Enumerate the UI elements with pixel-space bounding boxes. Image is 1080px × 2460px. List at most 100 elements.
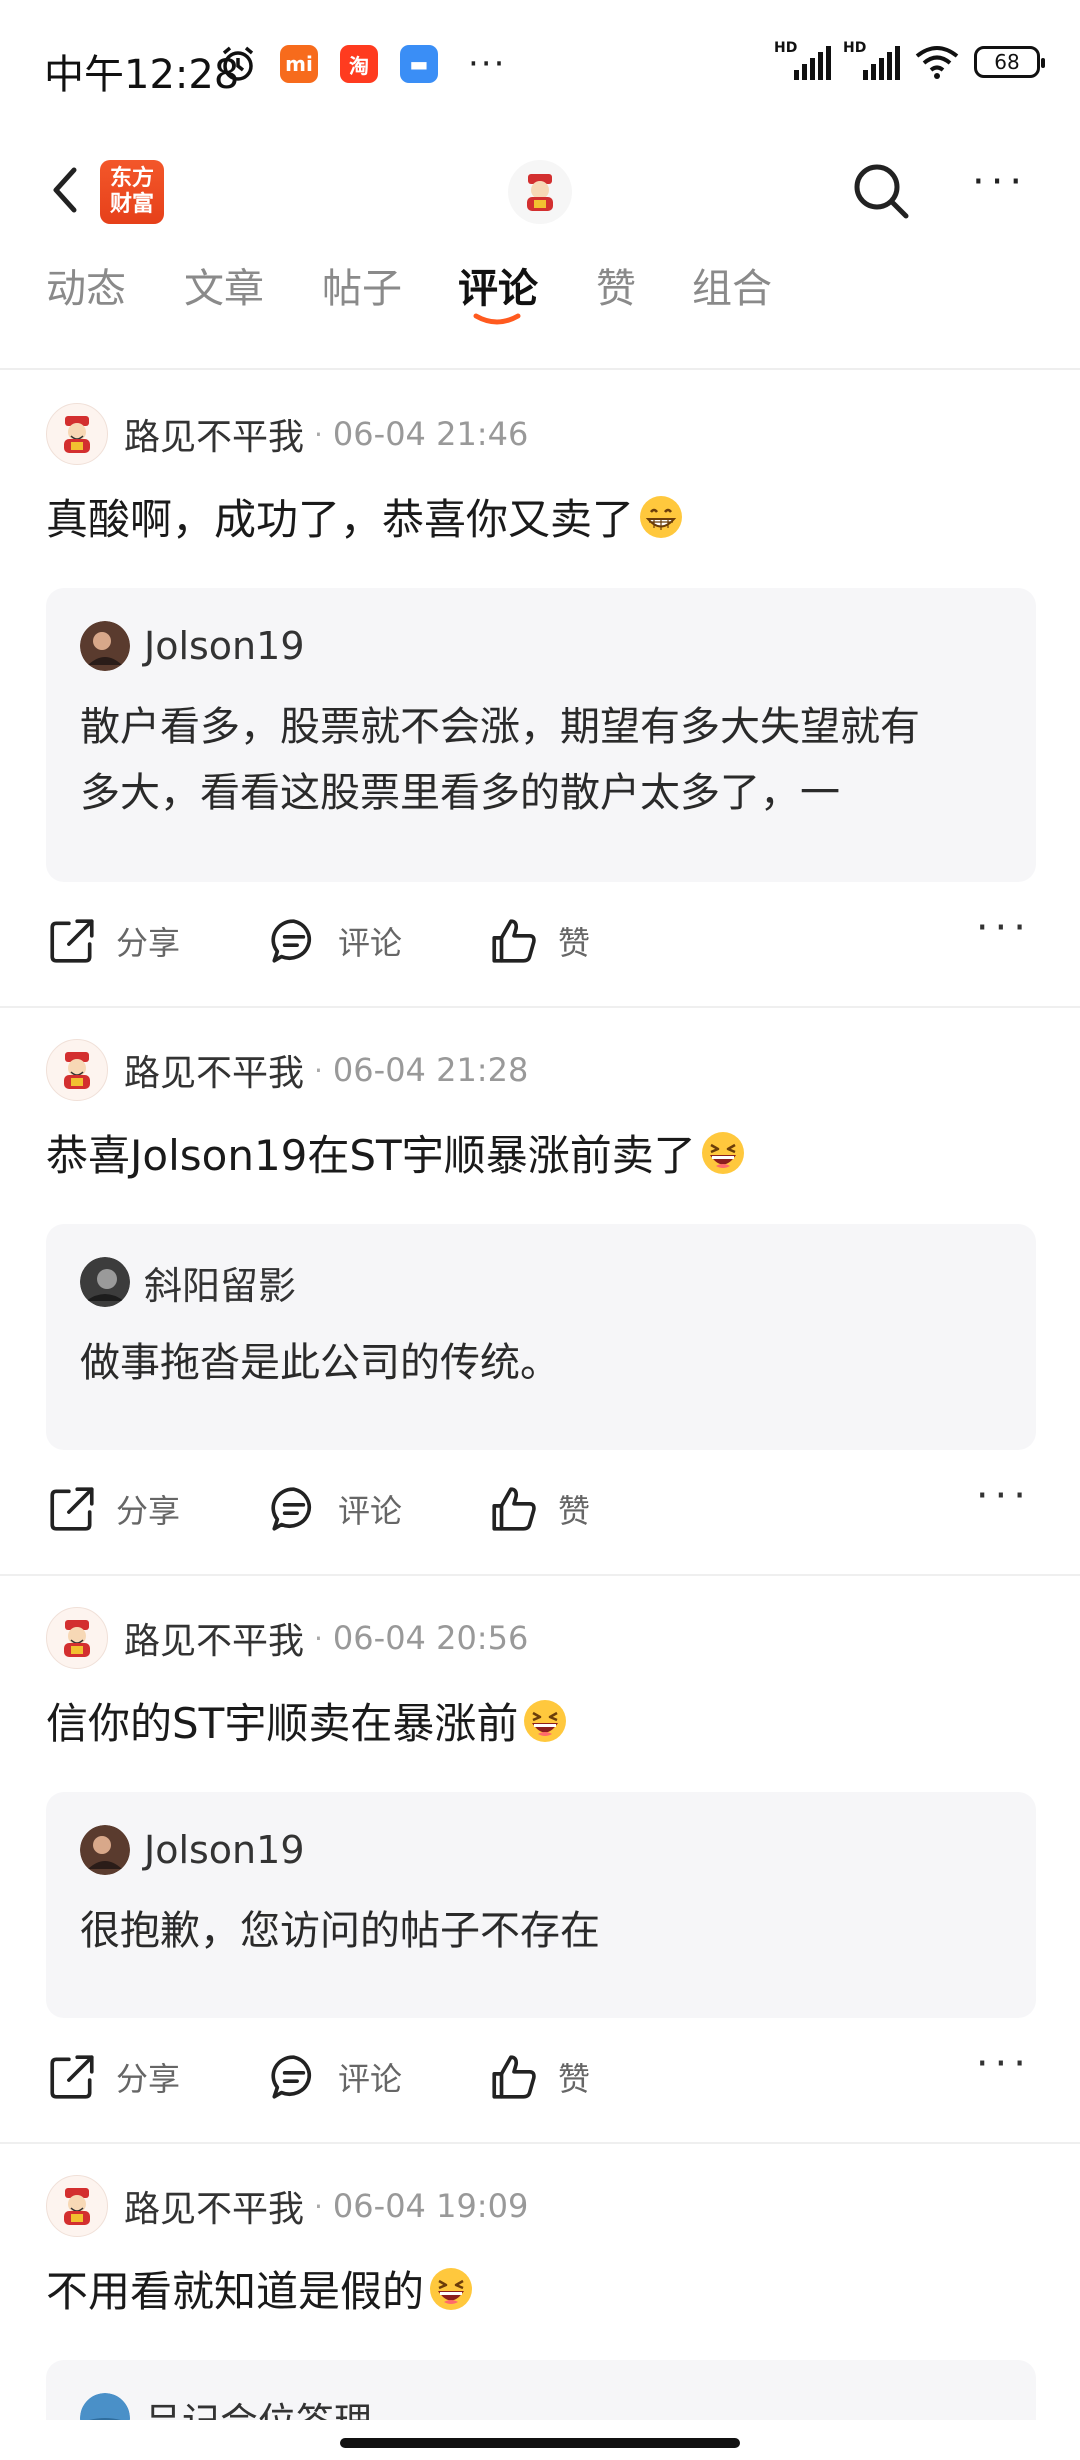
comment-time: 06-04 21:28 xyxy=(332,1051,529,1089)
tab-comments[interactable]: 评论 xyxy=(458,256,538,314)
active-tab-indicator xyxy=(473,313,521,325)
quoted-text-line: 做事拖沓是此公司的传统。 xyxy=(80,1340,560,1386)
taobao-app-icon: 淘 xyxy=(340,45,378,83)
fortune-god-avatar-icon xyxy=(55,1616,99,1660)
like-button[interactable]: 赞 xyxy=(488,1474,590,1544)
comment-author[interactable]: 路见不平我 xyxy=(124,1044,304,1096)
avatar[interactable] xyxy=(46,1039,108,1101)
separator-dot: · xyxy=(314,417,323,451)
quoted-text: 很抱歉，您访问的帖子不存在 xyxy=(80,1898,1002,1964)
laugh-emoji-icon xyxy=(700,1130,746,1176)
reply-button[interactable]: 评论 xyxy=(268,2042,402,2112)
comment-time: 06-04 21:46 xyxy=(332,415,529,453)
user-avatar[interactable] xyxy=(508,160,572,224)
comment-card[interactable]: 路见不平我 · 06-04 20:56 信你的ST宇顺卖在暴涨前 Jolson1… xyxy=(0,1574,1080,2144)
comment-actions: 分享 评论 赞 ··· xyxy=(46,906,1046,976)
like-label: 赞 xyxy=(558,1492,591,1530)
home-indicator[interactable] xyxy=(340,2438,740,2448)
avatar[interactable] xyxy=(80,1257,130,1307)
search-icon[interactable] xyxy=(848,158,914,224)
quoted-author[interactable]: Jolson19 xyxy=(144,624,305,668)
comment-text[interactable]: 真酸啊，成功了，恭喜你又卖了 xyxy=(46,486,684,547)
calendar-app-icon: ▬ xyxy=(400,45,438,83)
fortune-god-avatar-icon xyxy=(55,412,99,456)
like-button[interactable]: 赞 xyxy=(488,906,590,976)
separator-dot: · xyxy=(314,2189,323,2223)
signal-icon-2: HD xyxy=(843,40,900,80)
thumbs-up-icon xyxy=(488,1483,540,1535)
comment-text-content: 恭喜Jolson19在ST宇顺暴涨前卖了 xyxy=(46,1131,696,1180)
comment-author[interactable]: 路见不平我 xyxy=(124,408,304,460)
quoted-post[interactable]: 斜阳留影 做事拖沓是此公司的传统。 xyxy=(46,1224,1036,1450)
comment-card[interactable]: 路见不平我 · 06-04 21:46 真酸啊，成功了，恭喜你又卖了 Jolso… xyxy=(0,370,1080,1008)
comment-text[interactable]: 恭喜Jolson19在ST宇顺暴涨前卖了 xyxy=(46,1122,746,1183)
reply-label: 评论 xyxy=(338,1492,403,1530)
comment-actions: 分享 评论 赞 ··· xyxy=(46,2042,1046,2112)
battery-icon: 68 xyxy=(974,46,1045,78)
reply-button[interactable]: 评论 xyxy=(268,1474,402,1544)
share-icon xyxy=(46,2051,98,2103)
avatar[interactable] xyxy=(46,403,108,465)
comment-actions: 分享 评论 赞 ··· xyxy=(46,1474,1046,1544)
avatar[interactable] xyxy=(80,621,130,671)
quoted-post-header: 斜阳留影 xyxy=(80,1256,1002,1308)
tab-articles[interactable]: 文章 xyxy=(184,256,264,314)
share-button[interactable]: 分享 xyxy=(46,2042,180,2112)
tab-posts[interactable]: 帖子 xyxy=(322,256,402,314)
tab-dynamics[interactable]: 动态 xyxy=(46,256,126,314)
share-button[interactable]: 分享 xyxy=(46,1474,180,1544)
fortune-god-avatar-icon xyxy=(55,1048,99,1092)
quoted-text: 散户看多，股票就不会涨，期望有多大失望就有 多大，看看这股票里看多的散户太多了，… xyxy=(80,694,1002,826)
comment-time: 06-04 20:56 xyxy=(332,1619,529,1657)
avatar[interactable] xyxy=(46,1607,108,1669)
status-right: HD HD 68 xyxy=(774,40,1045,80)
quoted-post[interactable]: 吕记会位答理 xyxy=(46,2360,1036,2420)
separator-dot: · xyxy=(314,1621,323,1655)
more-options-icon[interactable]: ··· xyxy=(976,1476,1032,1516)
quoted-post[interactable]: Jolson19 很抱歉，您访问的帖子不存在 xyxy=(46,1792,1036,2018)
comment-author[interactable]: 路见不平我 xyxy=(124,2180,304,2232)
comment-card[interactable]: 路见不平我 · 06-04 21:28 恭喜Jolson19在ST宇顺暴涨前卖了… xyxy=(0,1006,1080,1576)
tab-portfolio[interactable]: 组合 xyxy=(692,256,772,314)
comment-card[interactable]: 路见不平我 · 06-04 19:09 不用看就知道是假的 吕记会位答理 xyxy=(0,2142,1080,2420)
reply-button[interactable]: 评论 xyxy=(268,906,402,976)
separator-dot: · xyxy=(314,1053,323,1087)
like-button[interactable]: 赞 xyxy=(488,2042,590,2112)
share-icon xyxy=(46,915,98,967)
quoted-post-header: 吕记会位答理 xyxy=(80,2392,1002,2420)
quoted-author[interactable]: 吕记会位答理 xyxy=(144,2391,372,2421)
tab-likes[interactable]: 赞 xyxy=(596,256,636,314)
grin-emoji-icon xyxy=(638,494,684,540)
status-time: 中午12:28 xyxy=(44,52,240,98)
comment-author[interactable]: 路见不平我 xyxy=(124,1612,304,1664)
quoted-post-header: Jolson19 xyxy=(80,1824,1002,1876)
avatar[interactable] xyxy=(80,2393,130,2420)
comment-icon xyxy=(268,1483,320,1535)
comment-text[interactable]: 不用看就知道是假的 xyxy=(46,2258,474,2319)
share-label: 分享 xyxy=(116,924,181,962)
share-label: 分享 xyxy=(116,2060,181,2098)
top-navigation-bar: 东方 财富 ··· xyxy=(0,130,1080,260)
share-button[interactable]: 分享 xyxy=(46,906,180,976)
avatar[interactable] xyxy=(46,2175,108,2237)
quoted-text-line: 散户看多，股票就不会涨，期望有多大失望就有 xyxy=(80,704,920,750)
like-label: 赞 xyxy=(558,2060,591,2098)
comment-text[interactable]: 信你的ST宇顺卖在暴涨前 xyxy=(46,1690,568,1751)
brand-text-top: 东方 xyxy=(109,166,154,191)
quoted-author[interactable]: Jolson19 xyxy=(144,1828,305,1872)
laugh-emoji-icon xyxy=(428,2266,474,2312)
alarm-icon xyxy=(222,46,254,81)
more-options-icon[interactable]: ··· xyxy=(976,908,1032,948)
wifi-icon xyxy=(915,46,959,79)
eastmoney-logo[interactable]: 东方 财富 xyxy=(100,160,164,224)
reply-label: 评论 xyxy=(338,2060,403,2098)
quoted-text: 做事拖沓是此公司的传统。 xyxy=(80,1330,1002,1396)
more-options-icon[interactable]: ··· xyxy=(972,162,1032,212)
quoted-post[interactable]: Jolson19 散户看多，股票就不会涨，期望有多大失望就有 多大，看看这股票里… xyxy=(46,588,1036,882)
more-options-icon[interactable]: ··· xyxy=(976,2044,1032,2084)
quoted-post-header: Jolson19 xyxy=(80,620,1002,672)
quoted-author[interactable]: 斜阳留影 xyxy=(144,1255,296,1310)
back-arrow-icon[interactable] xyxy=(40,160,100,220)
share-label: 分享 xyxy=(116,1492,181,1530)
avatar[interactable] xyxy=(80,1825,130,1875)
